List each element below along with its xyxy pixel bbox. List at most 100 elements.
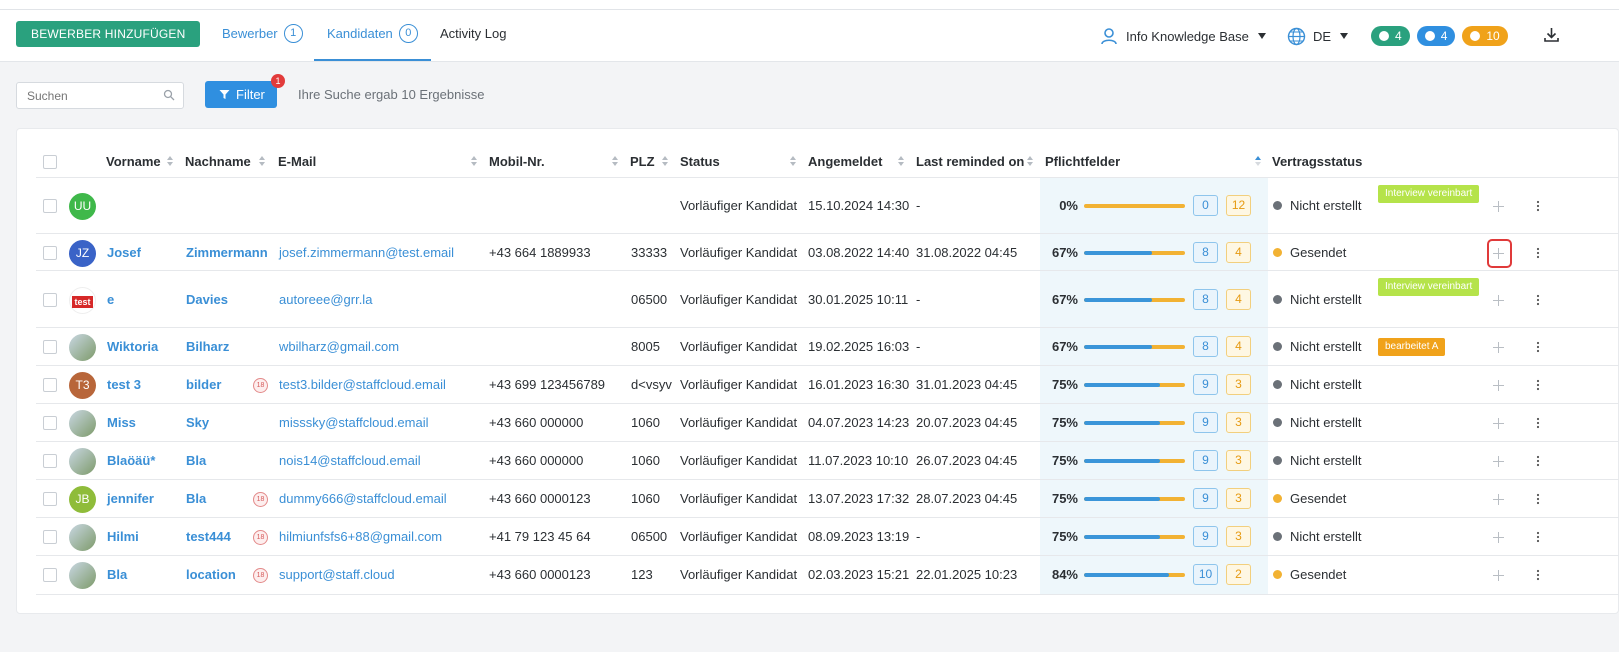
select-all-checkbox[interactable]	[43, 155, 57, 169]
vorname-link[interactable]: Miss	[107, 415, 136, 430]
avatar[interactable]: UU	[69, 193, 96, 220]
nachname-link[interactable]: Bla	[186, 491, 206, 506]
add-tag-icon[interactable]	[1492, 455, 1505, 468]
row-checkbox[interactable]	[43, 378, 57, 392]
sort-pflichtfelder-icon[interactable]	[1254, 155, 1262, 167]
row-checkbox[interactable]	[43, 492, 57, 506]
add-tag-icon[interactable]	[1492, 341, 1505, 354]
email-link[interactable]: nois14@staffcloud.email	[279, 453, 421, 468]
row-menu-icon[interactable]	[1536, 294, 1540, 306]
col-angemeldet[interactable]: Angemeldet	[808, 154, 882, 169]
missing-fields-count[interactable]: 3	[1226, 450, 1251, 471]
row-menu-icon[interactable]	[1536, 341, 1540, 353]
row-menu-icon[interactable]	[1536, 247, 1540, 259]
col-nachname[interactable]: Nachname	[185, 154, 251, 169]
nachname-link[interactable]: location	[186, 567, 236, 582]
row-checkbox[interactable]	[43, 568, 57, 582]
email-link[interactable]: wbilharz@gmail.com	[279, 339, 399, 354]
sort-vorname-icon[interactable]	[166, 155, 174, 167]
add-applicant-button[interactable]: BEWERBER HINZUFÜGEN	[16, 21, 201, 47]
sort-nachname-icon[interactable]	[258, 155, 266, 167]
missing-fields-count[interactable]: 2	[1226, 564, 1251, 585]
filled-fields-count[interactable]: 8	[1193, 241, 1218, 263]
add-tag-icon[interactable]	[1492, 294, 1505, 307]
tab-activity-log[interactable]: Activity Log	[440, 10, 506, 61]
avatar-photo[interactable]	[69, 562, 96, 589]
tab-kandidaten[interactable]: Kandidaten 0	[314, 10, 431, 61]
language-selector[interactable]: DE	[1287, 10, 1349, 62]
filter-button[interactable]: Filter	[205, 81, 277, 108]
missing-fields-count[interactable]: 3	[1226, 526, 1251, 547]
vorname-link[interactable]: Josef	[107, 245, 141, 260]
col-vertragsstatus[interactable]: Vertragsstatus	[1272, 154, 1362, 169]
user-menu[interactable]: Info Knowledge Base	[1100, 10, 1267, 62]
sort-status-icon[interactable]	[789, 155, 797, 167]
filled-fields-count[interactable]: 9	[1193, 526, 1218, 547]
missing-fields-count[interactable]: 3	[1226, 412, 1251, 433]
filled-fields-count[interactable]: 9	[1193, 450, 1218, 471]
vorname-link[interactable]: test 3	[107, 377, 141, 392]
email-link[interactable]: josef.zimmermann@test.email	[279, 245, 454, 260]
nachname-link[interactable]: test444	[186, 529, 231, 544]
row-menu-icon[interactable]	[1536, 200, 1540, 212]
col-mobil[interactable]: Mobil-Nr.	[489, 154, 545, 169]
vorname-link[interactable]: jennifer	[107, 491, 154, 506]
missing-fields-count[interactable]: 3	[1226, 488, 1251, 509]
search-input[interactable]	[16, 82, 184, 109]
avatar-photo[interactable]	[69, 448, 96, 475]
nachname-link[interactable]: Bla	[186, 453, 206, 468]
avatar-photo[interactable]	[69, 334, 96, 361]
status-tag[interactable]: bearbeitet A	[1378, 338, 1446, 356]
missing-fields-count[interactable]: 4	[1226, 241, 1251, 263]
vorname-link[interactable]: Bla	[107, 567, 127, 582]
col-status[interactable]: Status	[680, 154, 720, 169]
notifications-badge[interactable]: 4	[1416, 26, 1456, 46]
status-tag[interactable]: Interview vereinbart	[1378, 278, 1480, 296]
timers-badge[interactable]: 10	[1462, 26, 1508, 46]
email-link[interactable]: support@staff.cloud	[279, 567, 395, 582]
missing-fields-count[interactable]: 4	[1226, 288, 1251, 310]
missing-fields-count[interactable]: 12	[1226, 195, 1251, 216]
sort-last-reminded-icon[interactable]	[1026, 155, 1034, 167]
col-plz[interactable]: PLZ	[630, 154, 655, 169]
avatar-photo[interactable]	[69, 410, 96, 437]
row-checkbox[interactable]	[43, 454, 57, 468]
add-tag-icon[interactable]	[1492, 531, 1505, 544]
col-email[interactable]: E-Mail	[278, 154, 316, 169]
filled-fields-count[interactable]: 8	[1193, 336, 1218, 357]
col-pflichtfelder[interactable]: Pflichtfelder	[1045, 154, 1120, 169]
sort-plz-icon[interactable]	[661, 155, 669, 167]
add-tag-icon[interactable]	[1492, 200, 1505, 213]
add-tag-icon[interactable]	[1492, 493, 1505, 506]
filled-fields-count[interactable]: 9	[1193, 374, 1218, 395]
vorname-link[interactable]: e	[107, 292, 114, 307]
tab-bewerber[interactable]: Bewerber 1	[222, 10, 303, 61]
row-menu-icon[interactable]	[1536, 531, 1540, 543]
messages-badge[interactable]: 4	[1371, 26, 1410, 46]
avatar[interactable]: JB	[69, 486, 96, 513]
email-link[interactable]: dummy666@staffcloud.email	[279, 491, 447, 506]
filled-fields-count[interactable]: 9	[1193, 488, 1218, 509]
row-checkbox[interactable]	[43, 340, 57, 354]
avatar[interactable]: test	[69, 286, 96, 314]
row-checkbox[interactable]	[43, 292, 57, 307]
vorname-link[interactable]: Wiktoria	[107, 339, 158, 354]
sort-angemeldet-icon[interactable]	[897, 155, 905, 167]
row-menu-icon[interactable]	[1536, 569, 1540, 581]
row-checkbox[interactable]	[43, 530, 57, 544]
row-menu-icon[interactable]	[1536, 417, 1540, 429]
email-link[interactable]: autoreee@grr.la	[279, 292, 372, 307]
sort-email-icon[interactable]	[470, 155, 478, 167]
col-vorname[interactable]: Vorname	[106, 154, 161, 169]
sort-mobil-icon[interactable]	[611, 155, 619, 167]
add-tag-icon[interactable]	[1492, 417, 1505, 430]
row-menu-icon[interactable]	[1536, 493, 1540, 505]
filled-fields-count[interactable]: 0	[1193, 195, 1218, 216]
avatar[interactable]: T3	[69, 372, 96, 399]
col-last-reminded[interactable]: Last reminded on	[916, 154, 1024, 169]
add-tag-icon[interactable]	[1492, 379, 1505, 392]
email-link[interactable]: misssky@staffcloud.email	[279, 415, 429, 430]
filled-fields-count[interactable]: 9	[1193, 412, 1218, 433]
vorname-link[interactable]: Blaöäü*	[107, 453, 155, 468]
row-checkbox[interactable]	[43, 416, 57, 430]
